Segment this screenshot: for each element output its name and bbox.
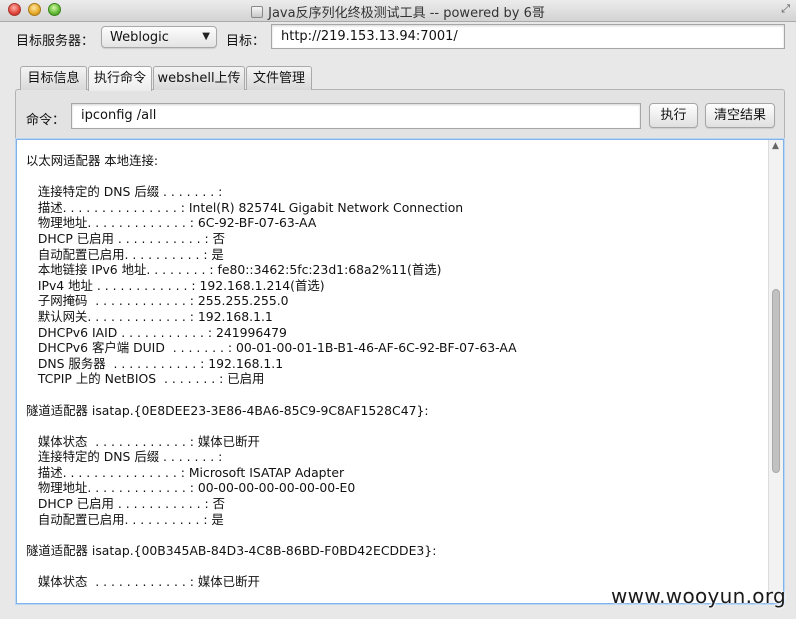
- title-bar: Java反序列化终极测试工具 -- powered by 6哥 ⤢: [0, 0, 796, 22]
- window-title: Java反序列化终极测试工具 -- powered by 6哥: [268, 6, 545, 21]
- target-url-value: http://219.153.13.94:7001/: [281, 29, 458, 44]
- command-label: 命令：: [26, 113, 66, 128]
- clear-results-button[interactable]: 清空结果: [705, 103, 775, 128]
- scrollbar-thumb[interactable]: [772, 289, 780, 473]
- tab-file-manager[interactable]: 文件管理: [246, 66, 312, 90]
- target-label: 目标：: [226, 34, 266, 49]
- window-title-wrap: Java反序列化终极测试工具 -- powered by 6哥: [0, 2, 796, 21]
- server-type-value: Weblogic: [110, 30, 169, 45]
- server-type-select[interactable]: Weblogic ▼: [101, 26, 217, 48]
- command-input[interactable]: ipconfig /all: [71, 103, 641, 129]
- command-output-text: 以太网适配器 本地连接: 连接特定的 DNS 后缀 . . . . . . . …: [26, 153, 517, 590]
- execute-button[interactable]: 执行: [649, 103, 698, 128]
- tab-execute-command[interactable]: 执行命令: [88, 66, 152, 91]
- tab-target-info[interactable]: 目标信息: [20, 66, 87, 90]
- command-output-area[interactable]: 以太网适配器 本地连接: 连接特定的 DNS 后缀 . . . . . . . …: [16, 139, 784, 604]
- fullscreen-icon[interactable]: ⤢: [781, 2, 790, 16]
- target-url-input[interactable]: http://219.153.13.94:7001/: [271, 24, 785, 49]
- chevron-down-icon: ▼: [202, 31, 210, 42]
- watermark: www.wooyun.org: [611, 584, 786, 608]
- command-value: ipconfig /all: [81, 108, 157, 123]
- server-label: 目标服务器：: [16, 34, 95, 49]
- tab-webshell-upload[interactable]: webshell上传: [153, 66, 245, 90]
- output-scrollbar[interactable]: ▲: [768, 140, 783, 603]
- java-app-icon: [251, 6, 264, 18]
- arrow-up-icon[interactable]: ▲: [772, 141, 779, 151]
